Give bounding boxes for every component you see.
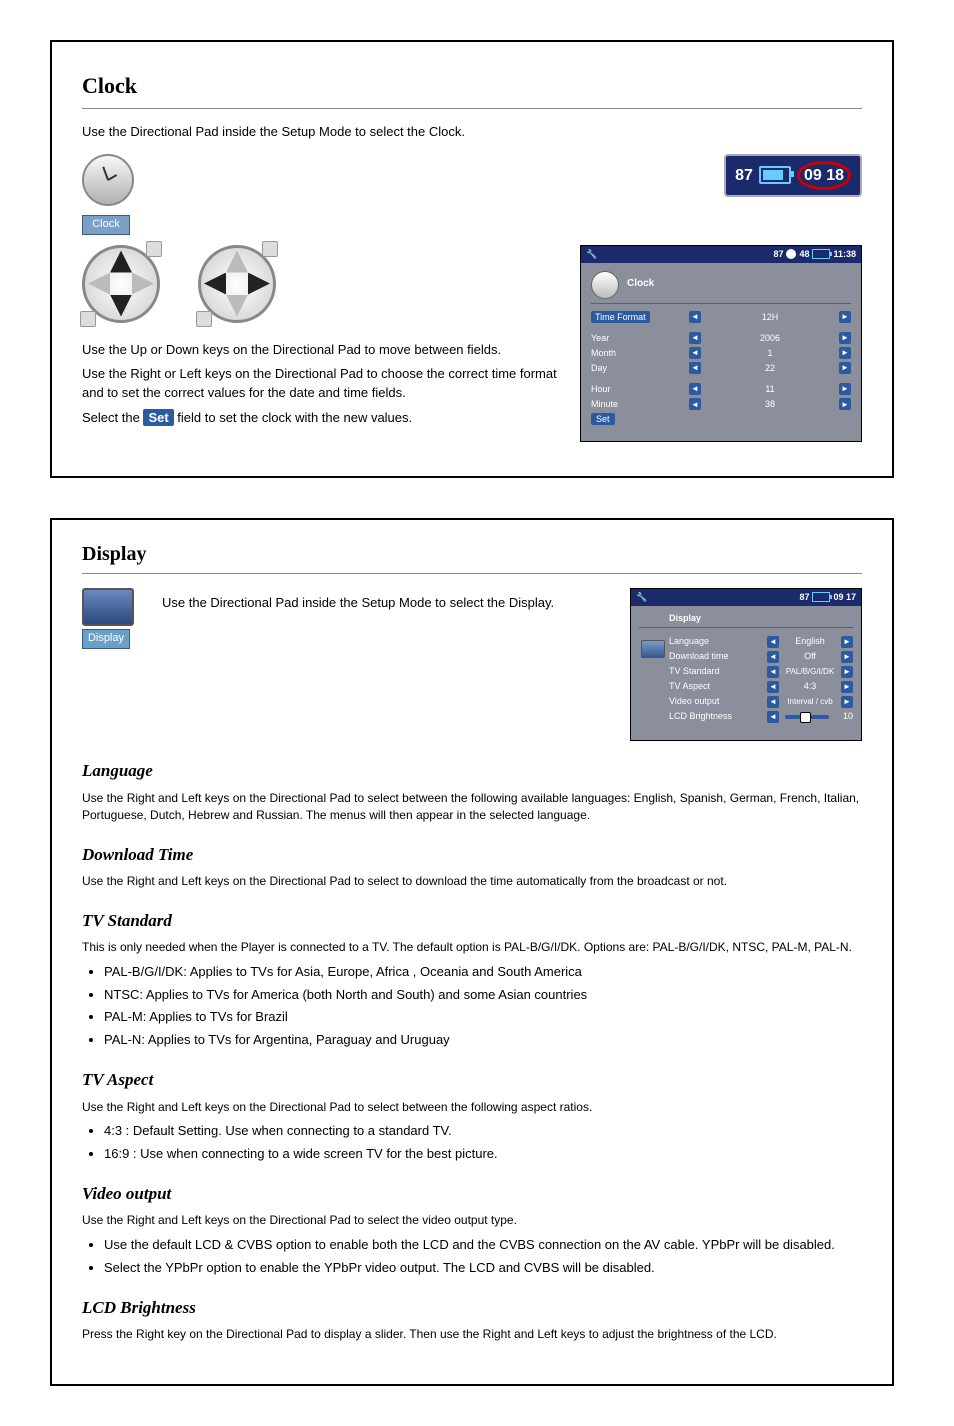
h-tv-standard: TV Standard <box>82 909 862 934</box>
battery-icon <box>812 592 830 602</box>
osd-row-day[interactable]: Day◄22► <box>591 361 851 376</box>
osd-row-minute[interactable]: Minute◄38► <box>591 397 851 412</box>
video-output-options: Use the default LCD & CVBS option to ena… <box>82 1236 862 1278</box>
status-pill: 87 09 18 <box>724 154 862 197</box>
section-title-clock: Clock <box>82 70 862 102</box>
dpad-desc-2: Use the Right or Left keys on the Direct… <box>82 365 562 403</box>
set-line: Select the Set field to set the clock wi… <box>82 409 562 428</box>
h-download-time: Download Time <box>82 843 862 868</box>
osd-row-time-format[interactable]: Time Format◄12H► <box>591 310 851 325</box>
dpad-desc-1: Use the Up or Down keys on the Direction… <box>82 341 562 360</box>
d-lcd-brightness: Press the Right key on the Directional P… <box>82 1326 862 1343</box>
h-language: Language <box>82 759 862 784</box>
status-time: 09 18 <box>804 167 844 184</box>
d-video-output: Use the Right and Left keys on the Direc… <box>82 1212 862 1229</box>
osd-row-lcd-brightness[interactable]: LCD Brightness◄10 <box>669 709 853 724</box>
osd-row-year[interactable]: Year◄2006► <box>591 331 851 346</box>
h-lcd-brightness: LCD Brightness <box>82 1296 862 1321</box>
battery-icon <box>759 166 791 184</box>
h-tv-aspect: TV Aspect <box>82 1068 862 1093</box>
osd-row-language[interactable]: Language◄English► <box>669 634 853 649</box>
d-tv-aspect: Use the Right and Left keys on the Direc… <box>82 1099 862 1116</box>
clock-icon <box>82 154 134 206</box>
display-osd: 🔧 87 09 17 Display Language◄English► Dow… <box>630 588 862 741</box>
osd-row-tv-standard[interactable]: TV Standard◄PAL/B/G/I/DK► <box>669 664 853 679</box>
section-title-display: Display <box>82 540 862 569</box>
display-intro: Use the Directional Pad inside the Setup… <box>162 594 612 613</box>
clock-icon <box>591 271 619 299</box>
display-icon-label: Display <box>82 629 130 649</box>
tv-standard-options: PAL-B/G/I/DK: Applies to TVs for Asia, E… <box>82 963 862 1050</box>
display-icon <box>82 588 134 626</box>
d-tv-standard-pre: This is only needed when the Player is c… <box>82 939 862 956</box>
tv-aspect-options: 4:3 : Default Setting. Use when connecti… <box>82 1122 862 1164</box>
osd-row-download-time[interactable]: Download time◄Off► <box>669 649 853 664</box>
headphone-icon <box>786 249 796 259</box>
clock-icon-label: Clock <box>82 215 130 235</box>
battery-icon <box>812 249 830 259</box>
display-icon <box>641 640 665 658</box>
wrench-icon: 🔧 <box>586 248 597 261</box>
osd-row-video-output[interactable]: Video output◄Interval / cvb► <box>669 694 853 709</box>
d-download-time: Use the Right and Left keys on the Direc… <box>82 873 862 890</box>
osd-row-hour[interactable]: Hour◄11► <box>591 382 851 397</box>
osd-row-set[interactable]: Set <box>591 412 851 427</box>
d-language: Use the Right and Left keys on the Direc… <box>82 790 862 825</box>
dpad-updown-icon <box>82 245 160 323</box>
clock-intro: Use the Directional Pad inside the Setup… <box>82 123 862 142</box>
osd-row-month[interactable]: Month◄1► <box>591 346 851 361</box>
wrench-icon: 🔧 <box>636 591 647 604</box>
dpad-leftright-icon <box>198 245 276 323</box>
osd-row-tv-aspect[interactable]: TV Aspect◄4:3► <box>669 679 853 694</box>
status-channel: 87 <box>735 164 753 187</box>
clock-osd: 🔧 87 48 11:38 Clock Time Format◄12H► Yea… <box>580 245 862 442</box>
h-video-output: Video output <box>82 1182 862 1207</box>
